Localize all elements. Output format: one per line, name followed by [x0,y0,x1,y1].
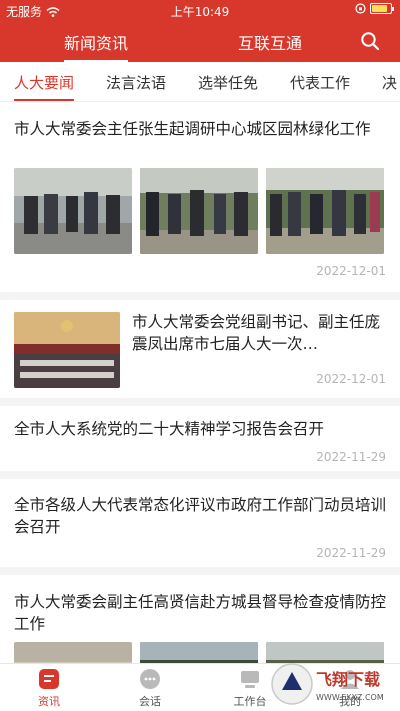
news-photo [140,168,258,254]
news-date: 2022-11-29 [316,450,386,464]
watermark-text: 飞翔下载 [316,670,380,689]
search-icon[interactable] [360,31,380,51]
battery-icon [370,3,394,14]
category-tab-4[interactable]: 决 [382,72,397,93]
tabbar-chat-label: 会话 [139,695,161,708]
status-bar: 无服务 上午10:49 [0,0,400,20]
news-title: 市人大常委会党组副书记、副主任庞震凤出席市七届人大一次… [132,313,381,353]
news-photo [140,642,258,663]
orientation-lock-icon [355,3,366,14]
tabbar-chat[interactable]: 会话 [120,668,180,709]
category-tab-1[interactable]: 法言法语 [106,72,166,93]
watermark-url: WWW.FXXZ.COM [316,693,384,702]
tab-news[interactable]: 新闻资讯 [64,30,129,62]
tabbar-news[interactable]: 资讯 [19,668,79,709]
news-item[interactable]: 市人大常委会副主任高贤信赴方城县督导检查疫情防控工作 [0,575,400,663]
chat-bubble-icon [140,669,160,689]
news-title: 市人大常委会主任张生起调研中心城区园林绿化工作 [14,120,371,138]
tabbar-workbench-label: 工作台 [233,695,267,708]
news-item[interactable]: 市人大常委会主任张生起调研中心城区园林绿化工作 2022-12-01 [0,103,400,300]
news-date: 2022-12-01 [316,264,386,278]
tab-interconnect[interactable]: 互联互通 [238,30,302,54]
news-photo [14,642,132,663]
news-thumbs [14,168,384,254]
news-date: 2022-12-01 [316,372,386,386]
download-site-watermark: 飞翔下载 WWW.FXXZ.COM [268,660,394,708]
news-tab-icon [39,669,59,689]
news-title: 全市各级人大代表常态化评议市政府工作部门动员培训会召开 [14,496,387,536]
status-time: 上午10:49 [170,5,230,19]
category-tab-0[interactable]: 人大要闻 [14,72,75,101]
news-photo [14,312,120,388]
news-item[interactable]: 全市人大系统党的二十大精神学习报告会召开 2022-11-29 [0,406,400,479]
workbench-icon [241,671,259,688]
news-title: 全市人大系统党的二十大精神学习报告会召开 [14,420,325,438]
tabbar-news-label: 资讯 [38,695,60,708]
news-photo [14,168,132,254]
category-tab-3[interactable]: 代表工作 [290,72,350,93]
news-feed: 市人大常委会主任张生起调研中心城区园林绿化工作 2022-12-01 市人大常委… [0,103,400,663]
news-item[interactable]: 市人大常委会党组副书记、副主任庞震凤出席市七届人大一次… 2022-12-01 [0,300,400,406]
category-tab-2[interactable]: 选举任免 [198,72,258,93]
news-title: 市人大常委会副主任高贤信赴方城县督导检查疫情防控工作 [14,593,387,633]
app-header: 无服务 上午10:49 新闻资讯 互联互通 [0,0,400,62]
news-item[interactable]: 全市各级人大代表常态化评议市政府工作部门动员培训会召开 2022-11-29 [0,479,400,575]
top-nav: 新闻资讯 互联互通 [0,22,400,62]
news-date: 2022-11-29 [316,546,386,560]
category-tabs: 人大要闻 法言法语 选举任免 代表工作 决 [0,62,400,102]
news-photo [266,168,384,254]
